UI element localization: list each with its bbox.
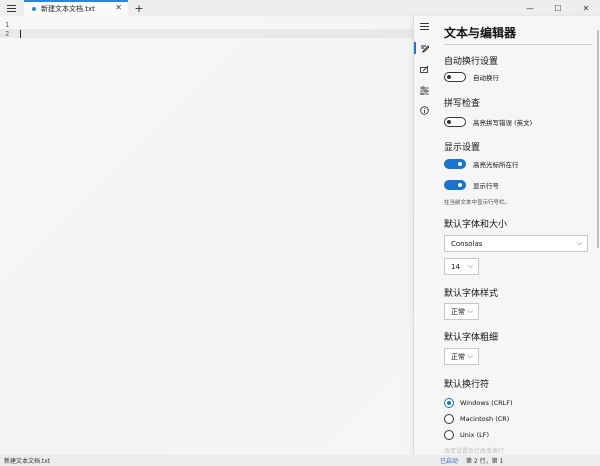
tab-new-text-document[interactable]: 新建文本文档.txt ✕ bbox=[24, 0, 128, 16]
close-window-button[interactable]: ✕ bbox=[572, 0, 600, 16]
line-numbers-toggle-row: 显示行号 bbox=[444, 180, 499, 190]
status-bar: 新建文本文档.txt 已启动 第 2 行，第 1 bbox=[0, 455, 600, 466]
font-family-value: Consolas bbox=[451, 239, 483, 248]
line-ending-option-lf[interactable]: Unix (LF) bbox=[444, 430, 489, 440]
spell-check-label: 高亮拼写错误 (英文) bbox=[473, 119, 533, 127]
nav-menu-button[interactable] bbox=[418, 20, 430, 32]
line-numbers-hint: 在当前文本中显示行号栏。 bbox=[444, 200, 511, 206]
toggle-knob bbox=[458, 183, 462, 187]
status-file-name: 新建文本文档.txt bbox=[4, 458, 51, 465]
font-size-select[interactable]: 14 ⌵ bbox=[444, 258, 479, 275]
nav-selection-indicator bbox=[414, 42, 416, 54]
spell-check-toggle-row: 高亮拼写错误 (英文) bbox=[444, 117, 532, 127]
unsaved-dot-icon bbox=[32, 7, 36, 11]
chevron-down-icon: ⌵ bbox=[467, 352, 473, 360]
nav-text-editor[interactable] bbox=[418, 42, 430, 54]
highlight-line-toggle-row: 高亮光标所在行 bbox=[444, 159, 519, 169]
chevron-down-icon: ⌵ bbox=[576, 239, 582, 247]
highlight-line-toggle[interactable] bbox=[444, 159, 466, 169]
title-divider bbox=[444, 44, 592, 45]
radio-button[interactable] bbox=[444, 414, 454, 424]
minimize-button[interactable]: — bbox=[516, 0, 544, 16]
settings-nav-rail bbox=[414, 16, 434, 455]
radio-label: Macintosh (CR) bbox=[460, 415, 510, 423]
tab-close-icon[interactable]: ✕ bbox=[115, 3, 122, 12]
line-ending-footer-note: 改变设置后已改变换行 bbox=[444, 448, 505, 455]
word-wrap-label: 自动换行 bbox=[473, 74, 499, 82]
settings-scrollbar[interactable] bbox=[597, 30, 599, 248]
highlight-line-label: 高亮光标所在行 bbox=[473, 161, 519, 169]
window-controls: — ☐ ✕ bbox=[516, 0, 600, 16]
editor-line-1: 1 bbox=[0, 20, 413, 29]
chevron-down-icon: ⌵ bbox=[467, 262, 473, 270]
app-menu-button[interactable] bbox=[0, 0, 22, 16]
editor-line-2-current: 2 bbox=[0, 29, 413, 38]
sliders-icon bbox=[419, 85, 429, 95]
line-number: 1 bbox=[5, 20, 10, 29]
font-family-select[interactable]: Consolas ⌵ bbox=[444, 235, 588, 252]
status-cursor-position[interactable]: 第 2 行，第 1 bbox=[466, 456, 503, 465]
line-numbers-toggle[interactable] bbox=[444, 180, 466, 190]
section-heading-font: 默认字体和大小 bbox=[444, 220, 508, 230]
nav-advanced[interactable] bbox=[418, 84, 430, 96]
status-saved-state[interactable]: 已启动 bbox=[440, 456, 458, 465]
toggle-knob bbox=[447, 120, 451, 124]
settings-pane: 文本与编辑器 自动换行设置 自动换行 拼写检查 高亮拼写错误 (英文) 显示设置… bbox=[413, 16, 600, 455]
tab-label: 新建文本文档.txt bbox=[41, 5, 95, 13]
section-heading-word-wrap: 自动换行设置 bbox=[444, 57, 499, 67]
text-editor[interactable]: 1 2 bbox=[0, 16, 413, 455]
hamburger-icon bbox=[419, 22, 429, 30]
line-number: 2 bbox=[5, 29, 10, 38]
section-heading-line-ending: 默认换行符 bbox=[444, 380, 490, 390]
title-bar: 新建文本文档.txt ✕ + — ☐ ✕ bbox=[0, 0, 600, 16]
chevron-down-icon: ⌵ bbox=[467, 307, 473, 315]
page-title: 文本与编辑器 bbox=[444, 26, 517, 40]
font-size-value: 14 bbox=[451, 262, 460, 271]
radio-label: Unix (LF) bbox=[460, 431, 490, 439]
spell-check-toggle[interactable] bbox=[444, 117, 466, 127]
theme-icon bbox=[419, 65, 428, 73]
radio-button[interactable] bbox=[444, 430, 454, 440]
font-weight-value: 正常 bbox=[451, 352, 465, 361]
radio-label: Windows (CRLF) bbox=[460, 399, 513, 407]
word-wrap-toggle-row: 自动换行 bbox=[444, 72, 499, 82]
text-edit-icon bbox=[420, 44, 429, 53]
toggle-knob bbox=[447, 75, 451, 79]
nav-about[interactable] bbox=[418, 104, 430, 116]
section-heading-font-weight: 默认字体粗细 bbox=[444, 333, 499, 343]
new-tab-button[interactable]: + bbox=[128, 0, 150, 16]
font-style-value: 正常 bbox=[451, 307, 465, 316]
section-heading-display: 显示设置 bbox=[444, 143, 481, 153]
hamburger-icon bbox=[6, 4, 16, 12]
section-heading-font-style: 默认字体样式 bbox=[444, 289, 499, 299]
radio-button[interactable] bbox=[444, 398, 454, 408]
word-wrap-toggle[interactable] bbox=[444, 72, 466, 82]
line-ending-option-cr[interactable]: Macintosh (CR) bbox=[444, 414, 509, 424]
font-style-select[interactable]: 正常 ⌵ bbox=[444, 303, 479, 320]
nav-personalization[interactable] bbox=[418, 63, 430, 75]
section-heading-spell-check: 拼写检查 bbox=[444, 99, 481, 109]
toggle-knob bbox=[458, 162, 462, 166]
line-numbers-label: 显示行号 bbox=[473, 182, 499, 190]
line-ending-option-crlf[interactable]: Windows (CRLF) bbox=[444, 398, 513, 408]
font-weight-select[interactable]: 正常 ⌵ bbox=[444, 348, 479, 365]
maximize-button[interactable]: ☐ bbox=[544, 0, 572, 16]
info-icon bbox=[419, 105, 429, 115]
text-cursor bbox=[20, 30, 21, 38]
